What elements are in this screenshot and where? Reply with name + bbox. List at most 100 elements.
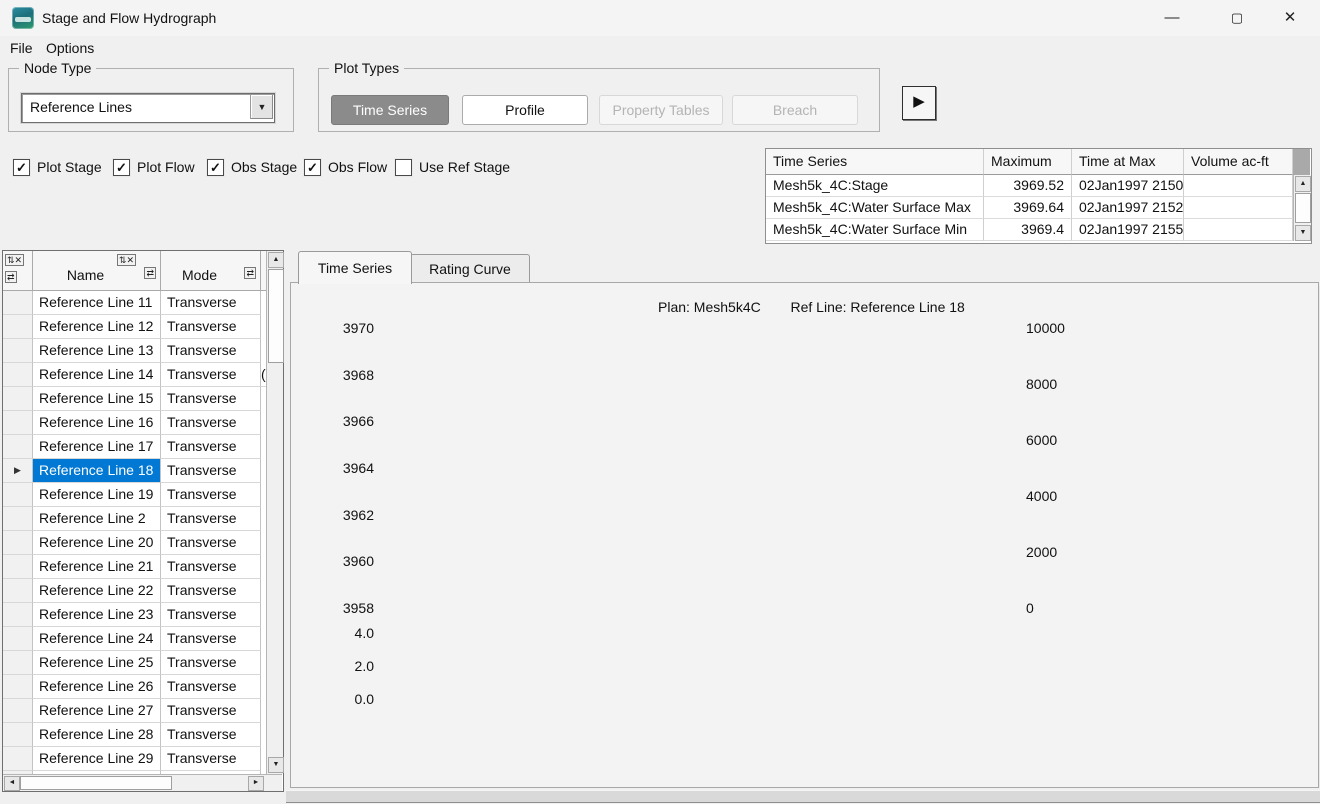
scrollbar-thumb[interactable]: [268, 269, 284, 363]
row-selector-cell[interactable]: [3, 411, 33, 435]
scroll-up-icon[interactable]: ▲: [268, 252, 284, 268]
reference-line-name[interactable]: Reference Line 19: [33, 483, 161, 507]
reference-line-row[interactable]: Reference Line 26Transverse: [3, 675, 261, 699]
scroll-up-icon[interactable]: ▲: [1295, 176, 1311, 192]
reference-line-row[interactable]: Reference Line 2Transverse: [3, 507, 261, 531]
scroll-down-icon[interactable]: ▼: [1295, 225, 1311, 241]
unchecked-checkbox-icon[interactable]: [395, 159, 412, 176]
reference-line-row[interactable]: Reference Line 21Transverse: [3, 555, 261, 579]
reference-line-name[interactable]: Reference Line 12: [33, 315, 161, 339]
row-selector-cell[interactable]: [3, 435, 33, 459]
reference-line-row[interactable]: Reference Line 12Transverse: [3, 315, 261, 339]
maximize-button[interactable]: ▢: [1214, 0, 1260, 36]
scrollbar-thumb[interactable]: [20, 776, 172, 790]
reference-line-name[interactable]: Reference Line 29: [33, 747, 161, 771]
profile-button[interactable]: Profile: [462, 95, 588, 125]
scroll-right-icon[interactable]: ►: [248, 776, 264, 791]
reference-line-row[interactable]: Reference Line 16Transverse: [3, 411, 261, 435]
reference-line-name[interactable]: Reference Line 23: [33, 603, 161, 627]
menu-file[interactable]: File: [10, 36, 33, 62]
reference-line-name[interactable]: Reference Line 16: [33, 411, 161, 435]
row-selector-cell[interactable]: [3, 507, 33, 531]
row-selector-cell[interactable]: [3, 339, 33, 363]
reference-line-name[interactable]: Reference Line 21: [33, 555, 161, 579]
reference-line-name[interactable]: Reference Line 24: [33, 627, 161, 651]
close-button[interactable]: ✕: [1267, 0, 1313, 36]
checked-checkbox-icon[interactable]: ✓: [207, 159, 224, 176]
reference-line-name[interactable]: Reference Line 25: [33, 651, 161, 675]
summary-table-vertical-scrollbar[interactable]: ▲▼: [1293, 175, 1311, 241]
reference-line-row[interactable]: Reference Line 20Transverse: [3, 531, 261, 555]
reference-line-name[interactable]: Reference Line 2: [33, 507, 161, 531]
row-selector-cell[interactable]: [3, 675, 33, 699]
reference-line-name[interactable]: Reference Line 18: [33, 459, 161, 483]
menu-options[interactable]: Options: [46, 36, 94, 62]
row-selector-cell[interactable]: [3, 699, 33, 723]
checkbox-use-ref-stage[interactable]: Use Ref Stage: [395, 156, 510, 178]
scroll-left-icon[interactable]: ◄: [4, 776, 20, 791]
reference-line-name[interactable]: Reference Line 20: [33, 531, 161, 555]
sort-icon[interactable]: ⇅✕: [117, 254, 136, 266]
row-selector-cell[interactable]: [3, 291, 33, 315]
reference-line-name[interactable]: Reference Line 27: [33, 699, 161, 723]
reference-line-name[interactable]: Reference Line 26: [33, 675, 161, 699]
checked-checkbox-icon[interactable]: ✓: [113, 159, 130, 176]
reference-line-row[interactable]: Reference Line 11Transverse: [3, 291, 261, 315]
panel-horizontal-scrollbar[interactable]: [286, 790, 1320, 803]
reference-line-name[interactable]: Reference Line 28: [33, 723, 161, 747]
row-selector-cell[interactable]: [3, 315, 33, 339]
reference-line-row[interactable]: Reference Line 27Transverse: [3, 699, 261, 723]
reference-line-row[interactable]: ▶Reference Line 18Transverse: [3, 459, 261, 483]
column-resize-icon[interactable]: ⇄: [144, 267, 156, 279]
reference-line-name[interactable]: Reference Line 14: [33, 363, 161, 387]
checked-checkbox-icon[interactable]: ✓: [13, 159, 30, 176]
column-resize-icon[interactable]: ⇄: [244, 267, 256, 279]
reference-table-vertical-scrollbar[interactable]: ▲ ▼: [266, 251, 283, 774]
reference-table-horizontal-scrollbar[interactable]: ◄ ►: [3, 774, 282, 791]
checkbox-obs-stage[interactable]: ✓Obs Stage: [207, 156, 297, 178]
name-column-header[interactable]: Name ⇅✕ ⇄: [33, 251, 161, 291]
tab-time-series[interactable]: Time Series: [298, 251, 412, 284]
row-selector-cell[interactable]: [3, 555, 33, 579]
checkbox-plot-flow[interactable]: ✓Plot Flow: [113, 156, 195, 178]
reference-line-row[interactable]: Reference Line 17Transverse: [3, 435, 261, 459]
reference-line-row[interactable]: Reference Line 15Transverse: [3, 387, 261, 411]
reference-line-name[interactable]: Reference Line 22: [33, 579, 161, 603]
reference-line-row[interactable]: Reference Line 19Transverse: [3, 483, 261, 507]
row-selector-cell[interactable]: [3, 531, 33, 555]
row-selector-cell[interactable]: [3, 747, 33, 771]
reference-line-row[interactable]: Reference Line 24Transverse: [3, 627, 261, 651]
reference-line-row[interactable]: Reference Line 22Transverse: [3, 579, 261, 603]
reference-line-name[interactable]: Reference Line 17: [33, 435, 161, 459]
checkbox-obs-flow[interactable]: ✓Obs Flow: [304, 156, 387, 178]
reference-line-row[interactable]: Reference Line 25Transverse: [3, 651, 261, 675]
minimize-button[interactable]: —: [1149, 0, 1195, 36]
row-selector-cell[interactable]: [3, 483, 33, 507]
tab-rating-curve[interactable]: Rating Curve: [410, 254, 530, 283]
reference-line-name[interactable]: Reference Line 11: [33, 291, 161, 315]
row-selector-cell[interactable]: [3, 363, 33, 387]
time-series-button[interactable]: Time Series: [331, 95, 449, 125]
scroll-down-icon[interactable]: ▼: [268, 757, 284, 773]
reference-line-row[interactable]: Reference Line 13Transverse: [3, 339, 261, 363]
reference-line-row[interactable]: Reference Line 14Transverse(: [3, 363, 261, 387]
row-selector-cell[interactable]: [3, 387, 33, 411]
mode-column-header[interactable]: Mode ⇄: [161, 251, 261, 291]
row-selector-cell[interactable]: [3, 579, 33, 603]
animate-play-button[interactable]: ▶: [902, 86, 936, 120]
current-row-marker-icon[interactable]: ▶: [3, 459, 33, 483]
reference-line-row[interactable]: Reference Line 29Transverse: [3, 747, 261, 771]
reference-line-name[interactable]: Reference Line 13: [33, 339, 161, 363]
row-selector-cell[interactable]: [3, 603, 33, 627]
reference-line-row[interactable]: Reference Line 23Transverse: [3, 603, 261, 627]
scrollbar-thumb[interactable]: [1295, 193, 1311, 223]
checked-checkbox-icon[interactable]: ✓: [304, 159, 321, 176]
combobox-dropdown-arrow-icon[interactable]: ▼: [250, 95, 273, 119]
node-type-combobox[interactable]: Reference Lines ▼: [21, 93, 275, 123]
reference-line-row[interactable]: Reference Line 28Transverse: [3, 723, 261, 747]
column-resize-icon[interactable]: ⇄: [5, 271, 17, 283]
row-selector-cell[interactable]: [3, 651, 33, 675]
checkbox-plot-stage[interactable]: ✓Plot Stage: [13, 156, 102, 178]
reference-line-name[interactable]: Reference Line 15: [33, 387, 161, 411]
sort-icon[interactable]: ⇅✕: [5, 254, 24, 266]
